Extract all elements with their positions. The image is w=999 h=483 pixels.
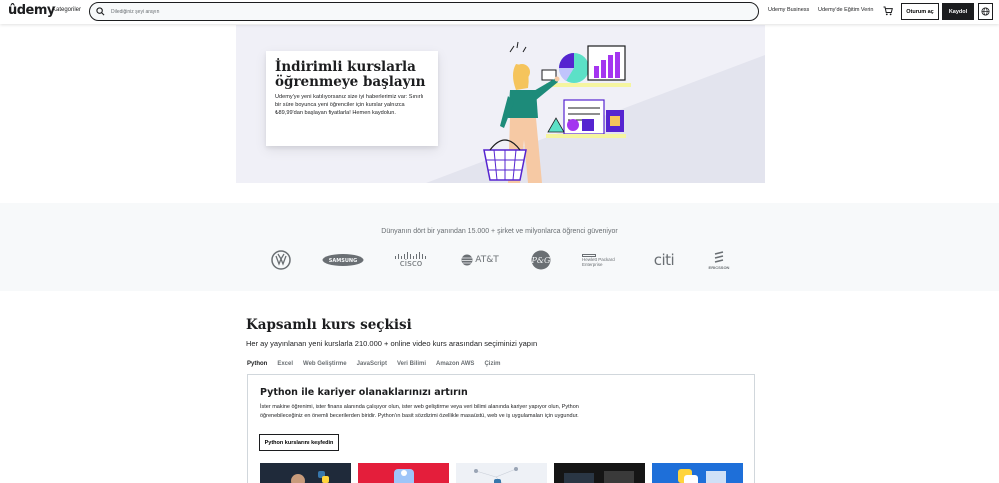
cart-icon[interactable] [883,6,893,16]
search-input[interactable] [111,8,711,15]
course-thumbnail[interactable] [652,463,743,483]
section-title: Kapsamlı kurs seçkisi [246,317,412,333]
att-logo: AT&T [460,245,500,275]
hewlett-packard-enterprise-logo: Hewlett Packard Enterprise [582,245,622,275]
explore-python-button[interactable]: Python kurslarını keşfedin [259,434,339,451]
volkswagen-logo [269,245,293,275]
samsung-logo: SAMSUNG [322,245,364,275]
categories-link[interactable]: Kategoriler [52,7,81,13]
svg-text:SAMSUNG: SAMSUNG [329,258,357,264]
teach-on-udemy-link[interactable]: Udemy'de Eğitim Verin [818,7,873,13]
section-subtitle: Her ay yayınlanan yeni kurslarla 210.000… [246,339,538,348]
tab-excel[interactable]: Excel [277,361,293,371]
tab-javascript[interactable]: JavaScript [357,361,387,371]
course-category-tabs: Python Excel Web Geliştirme JavaScript V… [247,361,510,371]
tab-python[interactable]: Python [247,361,267,371]
trusted-companies-section: Dünyanın dört bir yanından 15.000 + şirk… [0,203,999,291]
hero-illustration [483,41,631,183]
course-thumbnail[interactable] [554,463,645,483]
ericsson-logo: ERICSSON [705,245,733,275]
svg-text:P&G: P&G [531,256,551,265]
tab-web-development[interactable]: Web Geliştirme [303,361,347,371]
panel-title: Python ile kariyer olanaklarınızı artırı… [260,387,468,398]
search-bar[interactable] [89,2,759,21]
tab-drawing[interactable]: Çizim [484,361,500,371]
tab-data-science[interactable]: Veri Bilimi [397,361,426,371]
course-thumbnail[interactable] [456,463,547,483]
course-thumbnail[interactable] [358,463,449,483]
trusted-text: Dünyanın dört bir yanından 15.000 + şirk… [381,228,618,235]
citi-logo: citi [653,251,675,269]
pg-logo: P&G [530,245,552,275]
hero-text: Udemy'ye yeni katılıyorsanız size iyi ha… [275,94,424,116]
hero-title: İndirimli kurslarla öğrenmeye başlayın [275,59,426,90]
course-thumbnail[interactable] [260,463,351,483]
language-button[interactable] [978,3,993,20]
search-icon[interactable] [96,7,105,16]
tab-amazon-aws[interactable]: Amazon AWS [436,361,474,371]
udemy-logo[interactable]: ûdemy [8,3,55,18]
top-header: ûdemy Kategoriler Udemy Business Udemy'd… [0,0,999,24]
udemy-business-link[interactable]: Udemy Business [768,7,809,13]
panel-text: İster makine öğrenimi, ister finans alan… [260,404,579,419]
cisco-logo: cisco [393,245,429,275]
globe-icon [981,7,990,16]
course-panel: Python ile kariyer olanaklarınızı artırı… [247,374,755,483]
login-button[interactable]: Oturum aç [901,3,939,20]
hero-card: İndirimli kurslarla öğrenmeye başlayın U… [266,51,438,146]
signup-button[interactable]: Kaydol [942,3,974,20]
